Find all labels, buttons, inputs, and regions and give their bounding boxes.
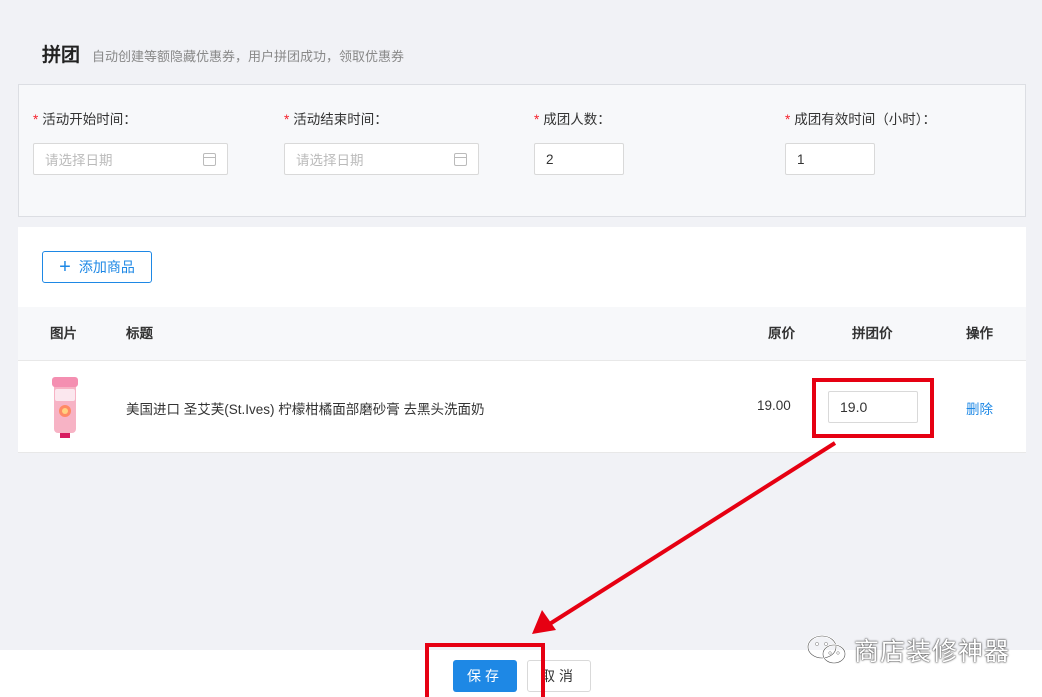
calendar-icon bbox=[454, 152, 467, 166]
wechat-icon bbox=[807, 635, 846, 664]
arrow-head bbox=[532, 610, 556, 634]
product-thumbnail bbox=[52, 377, 78, 438]
group-size-item: * 成团人数： bbox=[534, 111, 611, 129]
column-title: 标题 bbox=[126, 326, 153, 341]
start-time-label: * 活动开始时间： bbox=[33, 112, 137, 127]
page-title: 拼团 bbox=[42, 45, 81, 66]
valid-hours-value: 1 bbox=[797, 151, 805, 167]
watermark: 商店装修神器 bbox=[806, 632, 1010, 668]
product-title: 美国进口 圣艾芙(St.Ives) 柠檬柑橘面部磨砂膏 去黑头洗面奶 bbox=[126, 402, 485, 417]
end-date-placeholder: 请选择日期 bbox=[296, 153, 364, 168]
group-price-highlight-box bbox=[812, 378, 934, 438]
end-time-label: * 活动结束时间： bbox=[284, 112, 388, 127]
column-action: 操作 bbox=[966, 326, 993, 341]
product-table-header: 图片 标题 原价 拼团价 操作 bbox=[18, 307, 1026, 361]
column-image: 图片 bbox=[50, 326, 77, 341]
plus-icon: + bbox=[59, 256, 71, 278]
valid-hours-item: * 成团有效时间（小时）： bbox=[785, 111, 936, 129]
required-mark: * bbox=[33, 112, 39, 127]
start-date-picker[interactable]: 请选择日期 bbox=[33, 143, 228, 175]
add-product-label: 添加商品 bbox=[78, 259, 135, 275]
start-time-item: * 活动开始时间： bbox=[33, 111, 137, 129]
required-mark: * bbox=[284, 112, 290, 127]
add-product-button[interactable]: + 添加商品 bbox=[42, 251, 152, 283]
delete-link[interactable]: 删除 bbox=[966, 398, 993, 418]
column-original-price: 原价 bbox=[768, 326, 795, 341]
page-header: 拼团 自动创建等额隐藏优惠券，用户拼团成功，领取优惠券 bbox=[42, 40, 404, 67]
page: 拼团 自动创建等额隐藏优惠券，用户拼团成功，领取优惠券 * 活动开始时间： 请选择… bbox=[0, 0, 1042, 697]
group-size-input[interactable]: 2 bbox=[534, 143, 624, 175]
calendar-icon bbox=[203, 152, 216, 166]
valid-hours-label: * 成团有效时间（小时）： bbox=[785, 112, 937, 127]
arrow-shaft bbox=[546, 441, 837, 627]
required-mark: * bbox=[534, 112, 540, 127]
group-size-label: * 成团人数： bbox=[534, 112, 611, 127]
activity-settings-form: * 活动开始时间： 请选择日期 * 活动结束时间： 请选择日期 * 成团人数： 2 *… bbox=[18, 84, 1026, 217]
end-date-picker[interactable]: 请选择日期 bbox=[284, 143, 479, 175]
column-group-price: 拼团价 bbox=[852, 326, 893, 341]
required-mark: * bbox=[785, 112, 791, 127]
page-subtitle: 自动创建等额隐藏优惠券，用户拼团成功，领取优惠券 bbox=[92, 49, 405, 64]
start-date-placeholder: 请选择日期 bbox=[45, 153, 113, 168]
valid-hours-input[interactable]: 1 bbox=[785, 143, 875, 175]
end-time-item: * 活动结束时间： bbox=[284, 111, 388, 129]
original-price: 19.00 bbox=[757, 398, 791, 413]
group-size-value: 2 bbox=[546, 151, 554, 167]
watermark-text: 商店装修神器 bbox=[854, 638, 1011, 666]
save-highlight-box bbox=[425, 643, 545, 697]
